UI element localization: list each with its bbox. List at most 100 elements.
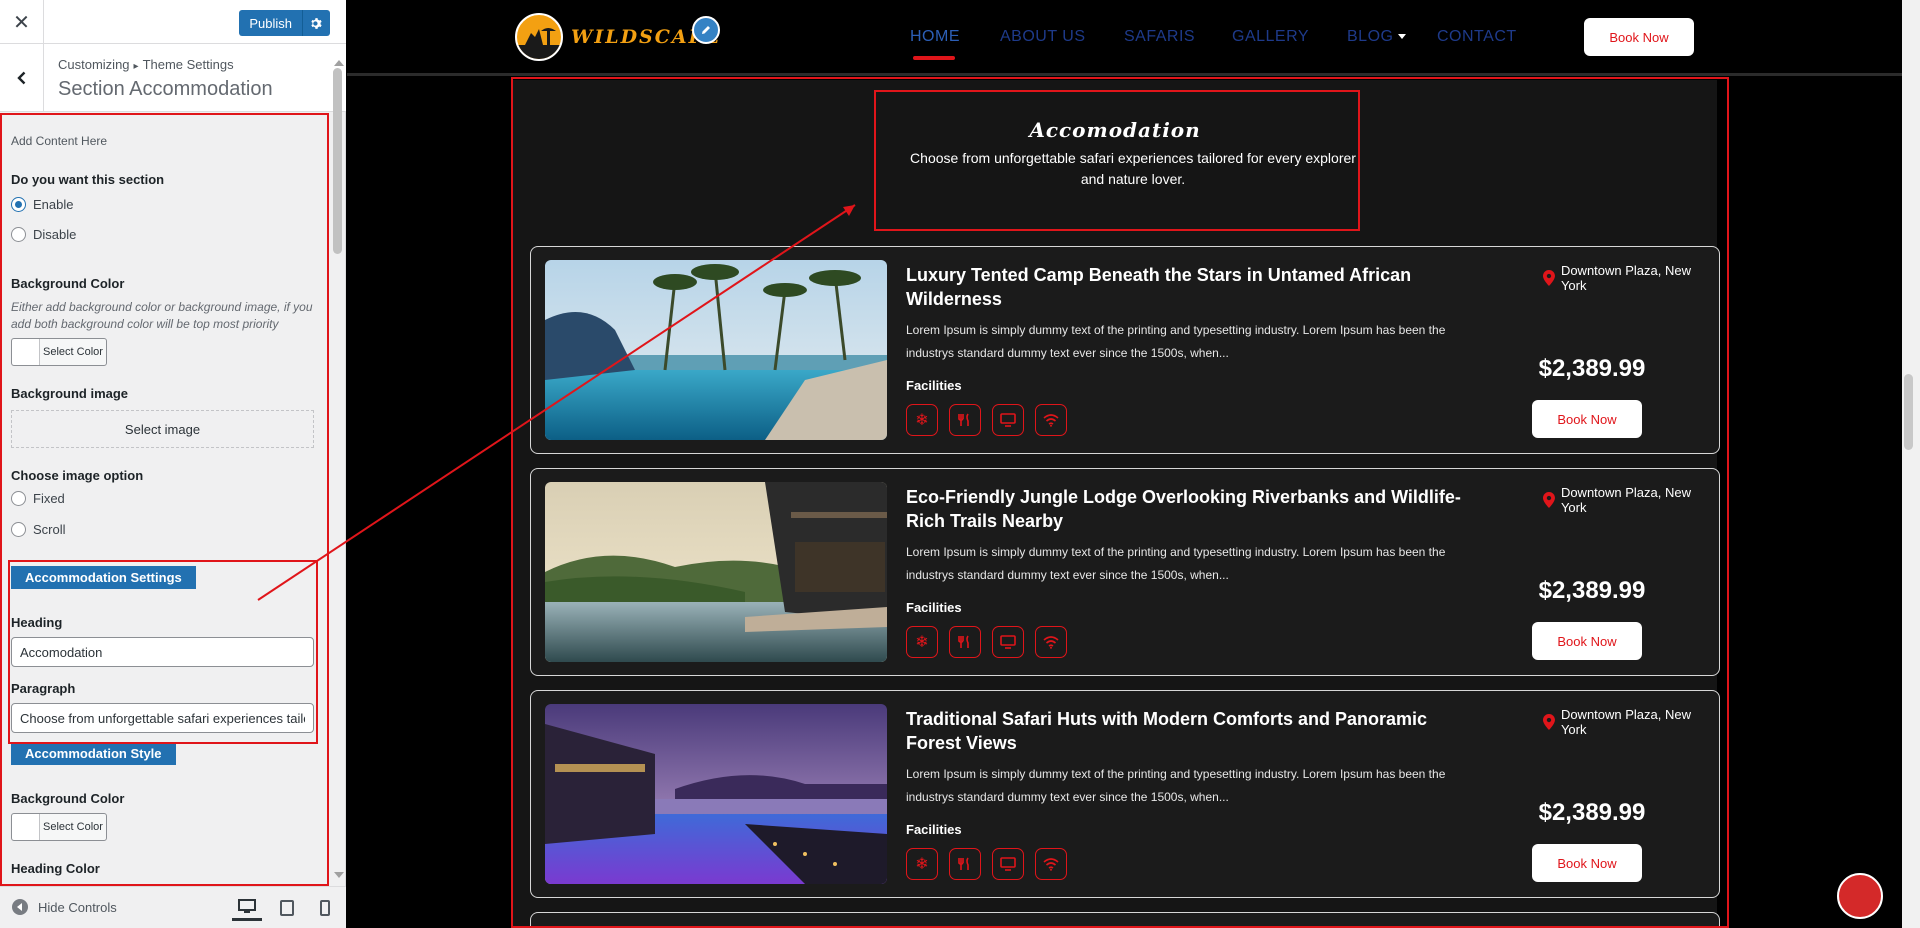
fixed-label: Fixed xyxy=(33,491,65,506)
accommodation-card-partial xyxy=(530,912,1720,928)
section-header: Customizing ▸ Theme Settings Section Accom… xyxy=(0,44,346,112)
card-image xyxy=(545,260,887,440)
accommodation-section: Accomodation Choose from unforgettable s… xyxy=(513,80,1720,928)
scroll-radio[interactable]: Scroll xyxy=(11,522,66,537)
tablet-preview-button[interactable] xyxy=(272,895,302,921)
chevron-left-icon xyxy=(16,71,25,85)
nav-gallery[interactable]: GALLERY xyxy=(1232,28,1309,46)
close-customizer-button[interactable]: ✕ xyxy=(0,0,44,44)
desktop-preview-button[interactable] xyxy=(232,895,262,921)
food-facility[interactable] xyxy=(949,404,981,436)
header-book-now-button[interactable]: Book Now xyxy=(1584,18,1694,56)
floating-action-button[interactable] xyxy=(1837,873,1883,919)
snowflake-icon: ❄ xyxy=(915,412,929,429)
card-book-now-button[interactable]: Book Now xyxy=(1532,844,1642,882)
bg-select-color-button[interactable]: Select Color xyxy=(11,338,107,366)
mobile-preview-button[interactable] xyxy=(310,895,340,921)
tv-icon xyxy=(1000,635,1016,649)
card-book-now-button[interactable]: Book Now xyxy=(1532,622,1642,660)
customizer-footer: Hide Controls xyxy=(0,886,346,928)
publish-button[interactable]: Publish xyxy=(239,10,302,36)
gear-icon xyxy=(311,17,322,29)
scroll-thumb[interactable] xyxy=(333,68,342,254)
customizer-sidebar: ✕ Publish Customizing ▸ Theme Settings Sec… xyxy=(0,0,346,928)
card-location: Downtown Plaza, New York xyxy=(1543,707,1719,737)
radio-dot xyxy=(11,491,26,506)
food-facility[interactable] xyxy=(949,626,981,658)
map-pin-icon xyxy=(1543,714,1555,730)
tv-facility[interactable] xyxy=(992,848,1024,880)
ac-facility[interactable]: ❄ xyxy=(906,626,938,658)
scroll-up-arrow[interactable] xyxy=(334,60,344,66)
sidebar-scrollbar[interactable] xyxy=(330,60,346,886)
publish-group: Publish xyxy=(239,10,330,36)
wifi-facility[interactable] xyxy=(1035,626,1067,658)
ac-facility[interactable]: ❄ xyxy=(906,848,938,880)
site-preview: WILDSCAPE HOME ABOUT US SAFARIS GALLERY … xyxy=(347,0,1920,928)
paragraph-input[interactable] xyxy=(11,703,314,733)
style-bg-color-label: Background Color xyxy=(11,791,125,806)
nav-blog[interactable]: BLOG xyxy=(1347,28,1393,46)
section-paragraph: Choose from unforgettable safari experie… xyxy=(910,150,1356,187)
select-color-label: Select Color xyxy=(43,346,103,358)
edit-logo-button[interactable] xyxy=(692,16,720,44)
enable-radio[interactable]: Enable xyxy=(11,197,73,212)
nav-about-us[interactable]: ABOUT US xyxy=(1000,28,1086,46)
nav-safaris[interactable]: SAFARIS xyxy=(1124,28,1195,46)
wifi-facility[interactable] xyxy=(1035,848,1067,880)
nav-contact[interactable]: CONTACT xyxy=(1437,28,1517,46)
food-facility[interactable] xyxy=(949,848,981,880)
logo-image[interactable] xyxy=(515,13,563,61)
tv-facility[interactable] xyxy=(992,404,1024,436)
desktop-icon xyxy=(238,899,256,913)
card-book-now-button[interactable]: Book Now xyxy=(1532,400,1642,438)
style-bg-select-color-button[interactable]: Select Color xyxy=(11,813,107,841)
scroll-down-arrow[interactable] xyxy=(334,872,344,878)
scroll-label: Scroll xyxy=(33,522,66,537)
heading-color-label: Heading Color xyxy=(11,861,100,876)
active-nav-underline xyxy=(913,56,955,60)
hide-controls-label: Hide Controls xyxy=(38,899,117,915)
restaurant-icon xyxy=(958,635,969,648)
card-title[interactable]: Luxury Tented Camp Beneath the Stars in … xyxy=(906,263,1466,311)
card-image xyxy=(545,482,887,662)
card-title[interactable]: Traditional Safari Huts with Modern Comf… xyxy=(906,707,1466,755)
hide-controls-button[interactable]: Hide Controls xyxy=(12,899,117,915)
wifi-icon xyxy=(1043,858,1059,871)
restaurant-icon xyxy=(958,413,969,426)
preview-scroll-thumb[interactable] xyxy=(1904,374,1913,450)
card-description: Lorem Ipsum is simply dummy text of the … xyxy=(906,545,1446,582)
accommodation-settings-tag: Accommodation Settings xyxy=(11,566,196,589)
customizer-topbar: ✕ Publish xyxy=(0,0,346,44)
close-icon: ✕ xyxy=(13,11,30,34)
breadcrumb: Customizing ▸ Theme Settings xyxy=(58,57,234,72)
heading-label: Heading xyxy=(11,615,63,630)
nav-home[interactable]: HOME xyxy=(910,28,960,46)
card-title[interactable]: Eco-Friendly Jungle Lodge Overlooking Ri… xyxy=(906,485,1466,533)
section-title: Section Accommodation xyxy=(58,78,273,100)
back-button[interactable] xyxy=(0,44,44,112)
wifi-facility[interactable] xyxy=(1035,404,1067,436)
hide-controls-icon xyxy=(12,899,28,915)
card-image xyxy=(545,704,887,884)
add-content-label: Add Content Here xyxy=(11,134,108,148)
heading-input[interactable] xyxy=(11,637,314,667)
snowflake-icon: ❄ xyxy=(915,856,929,873)
want-section-label: Do you want this section xyxy=(11,172,165,187)
disable-radio[interactable]: Disable xyxy=(11,227,76,242)
bg-color-description: Either add background color or backgroun… xyxy=(11,300,313,331)
select-image-button[interactable]: Select image xyxy=(11,410,314,448)
accommodation-card: Eco-Friendly Jungle Lodge Overlooking Ri… xyxy=(530,468,1720,676)
preview-scrollbar[interactable] xyxy=(1902,0,1920,928)
location-text: Downtown Plaza, New York xyxy=(1560,485,1691,515)
fixed-radio[interactable]: Fixed xyxy=(11,491,65,506)
card-description: Lorem Ipsum is simply dummy text of the … xyxy=(906,767,1446,804)
publish-settings-button[interactable] xyxy=(302,10,330,36)
facilities-label: Facilities xyxy=(906,822,962,837)
ac-facility[interactable]: ❄ xyxy=(906,404,938,436)
enable-label: Enable xyxy=(33,197,74,212)
tv-facility[interactable] xyxy=(992,626,1024,658)
card-description: Lorem Ipsum is simply dummy text of the … xyxy=(906,323,1446,360)
color-swatch xyxy=(12,339,40,365)
snowflake-icon: ❄ xyxy=(915,634,929,651)
